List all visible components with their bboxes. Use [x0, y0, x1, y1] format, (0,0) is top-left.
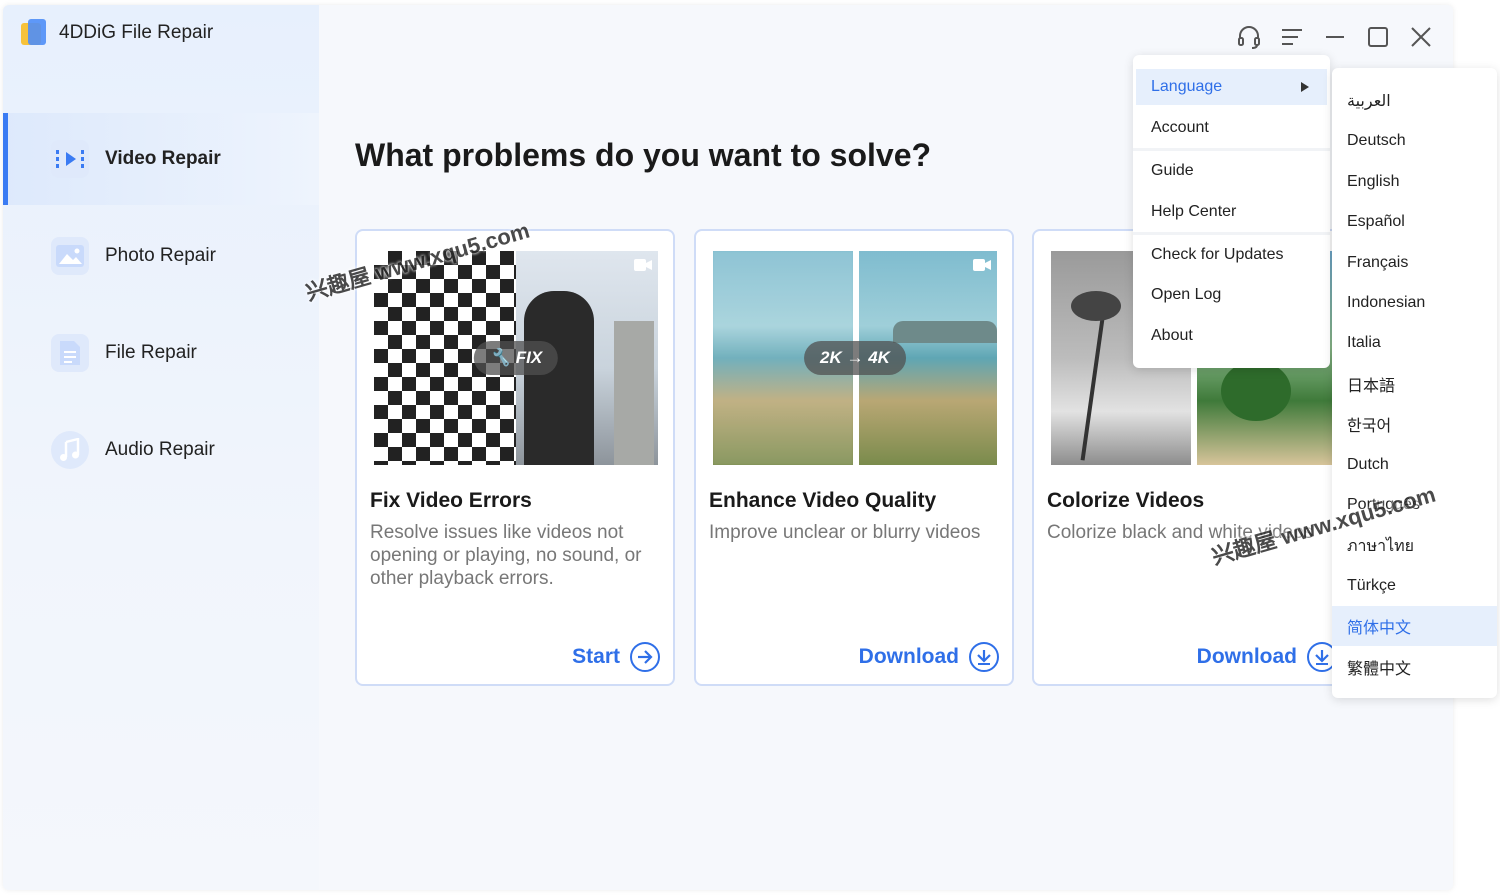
menu-item-about[interactable]: About	[1136, 318, 1327, 354]
sidebar-item-photo-repair[interactable]: Photo Repair	[3, 210, 319, 302]
menu-divider	[1133, 232, 1330, 235]
sidebar-item-label: Audio Repair	[105, 439, 215, 460]
menu-icon[interactable]	[1278, 23, 1306, 51]
menu-item-language[interactable]: Language	[1136, 69, 1327, 105]
sidebar: 4DDiG File Repair Video Repair Photo Rep…	[3, 5, 319, 890]
language-option-italian[interactable]: Italia	[1332, 323, 1497, 363]
app-logo-icon	[19, 19, 47, 47]
settings-menu: Language Account Guide Help Center Check…	[1133, 55, 1330, 368]
card-title: Enhance Video Quality	[709, 489, 937, 512]
language-option-spanish[interactable]: Español	[1332, 202, 1497, 242]
photo-repair-icon	[51, 237, 89, 275]
language-option-german[interactable]: Deutsch	[1332, 121, 1497, 161]
card-description: Resolve issues like videos not opening o…	[370, 522, 642, 589]
language-option-simplified-chinese[interactable]: 简体中文	[1332, 606, 1497, 646]
minimize-icon[interactable]	[1321, 23, 1349, 51]
file-repair-icon	[51, 334, 89, 372]
language-option-arabic[interactable]: العربية	[1332, 81, 1497, 121]
sidebar-item-label: File Repair	[105, 342, 197, 363]
page-title: What problems do you want to solve?	[355, 137, 932, 173]
menu-divider	[1133, 148, 1330, 151]
language-option-thai[interactable]: ภาษาไทย	[1332, 526, 1497, 566]
start-button-label: Start	[572, 645, 620, 668]
language-option-japanese[interactable]: 日本語	[1332, 364, 1497, 404]
card-enhance-video-quality[interactable]: 2K → 4K Enhance Video Quality Improve un…	[694, 229, 1014, 686]
menu-item-label: Language	[1151, 78, 1223, 95]
headset-support-icon[interactable]	[1235, 23, 1263, 51]
language-option-french[interactable]: Français	[1332, 243, 1497, 283]
language-option-turkish[interactable]: Türkçe	[1332, 566, 1497, 606]
maximize-icon[interactable]	[1364, 23, 1392, 51]
close-icon[interactable]	[1407, 23, 1435, 51]
sidebar-nav: Video Repair Photo Repair File Repair Au…	[3, 113, 319, 501]
language-option-traditional-chinese[interactable]: 繁體中文	[1332, 647, 1497, 687]
sidebar-item-label: Video Repair	[105, 148, 221, 169]
card-title: Fix Video Errors	[370, 489, 532, 512]
video-repair-icon	[51, 140, 89, 178]
menu-item-help-center[interactable]: Help Center	[1136, 194, 1327, 230]
sidebar-item-file-repair[interactable]: File Repair	[3, 307, 319, 399]
arrow-right-icon	[630, 642, 660, 672]
audio-repair-icon	[51, 431, 89, 469]
enhance-video-preview-image: 2K → 4K	[713, 251, 997, 465]
sidebar-item-audio-repair[interactable]: Audio Repair	[3, 404, 319, 496]
wrench-icon: 🔧	[489, 348, 511, 367]
download-icon	[969, 642, 999, 672]
download-button-label: Download	[858, 645, 959, 668]
resolution-badge: 2K → 4K	[804, 341, 906, 375]
start-button[interactable]: Start	[572, 642, 660, 672]
card-fix-video-errors[interactable]: 🔧 FIX Fix Video Errors Resolve issues li…	[355, 229, 675, 686]
sidebar-item-video-repair[interactable]: Video Repair	[3, 113, 319, 205]
fix-badge-label: FIX	[515, 348, 543, 367]
video-camera-icon	[973, 259, 991, 271]
app-title: 4DDiG File Repair	[59, 22, 214, 43]
download-button[interactable]: Download	[859, 642, 999, 672]
caret-right-icon	[1301, 82, 1309, 92]
menu-item-check-for-updates[interactable]: Check for Updates	[1136, 237, 1327, 273]
menu-item-account[interactable]: Account	[1136, 110, 1327, 146]
menu-item-guide[interactable]: Guide	[1136, 153, 1327, 189]
sidebar-item-label: Photo Repair	[105, 245, 216, 266]
language-option-english[interactable]: English	[1332, 162, 1497, 202]
language-option-korean[interactable]: 한국어	[1332, 404, 1497, 444]
language-option-indonesian[interactable]: Indonesian	[1332, 283, 1497, 323]
menu-item-open-log[interactable]: Open Log	[1136, 277, 1327, 313]
fix-video-preview-image: 🔧 FIX	[374, 251, 658, 465]
fix-badge: 🔧 FIX	[473, 341, 559, 375]
card-description: Improve unclear or blurry videos	[709, 522, 981, 543]
brand: 4DDiG File Repair	[19, 19, 213, 47]
download-button[interactable]: Download	[1197, 642, 1337, 672]
language-submenu: العربية Deutsch English Español Français…	[1332, 68, 1497, 698]
video-camera-icon	[634, 259, 652, 271]
download-button-label: Download	[1196, 645, 1297, 668]
language-option-dutch[interactable]: Dutch	[1332, 445, 1497, 485]
card-title: Colorize Videos	[1047, 489, 1205, 512]
